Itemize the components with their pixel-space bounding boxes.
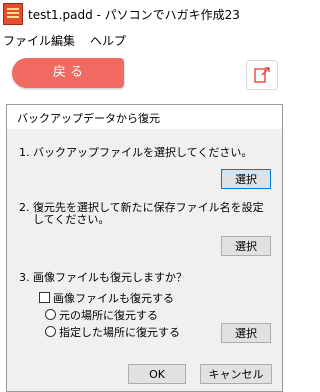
radio-specified-label: 指定した場所に復元する	[59, 326, 180, 339]
export-icon	[254, 67, 270, 83]
menu-help[interactable]: ヘルプ	[90, 32, 126, 49]
ok-button[interactable]: OK	[128, 364, 186, 384]
menu-edit[interactable]: 編集	[51, 32, 75, 49]
window-titlebar: test1.padd - パソコンでハガキ作成23	[0, 0, 283, 30]
toolbar: 戻 る	[0, 50, 283, 96]
select-destination-button[interactable]: 選択	[221, 236, 271, 256]
step2-text-line2: してください。	[33, 213, 110, 226]
radio-original-location[interactable]	[45, 309, 56, 320]
step3-text: 3. 画像ファイルも復元しますか？	[19, 271, 187, 284]
dialog-title: バックアップデータから復元	[17, 112, 160, 125]
step1-text: 1. バックアップファイルを選択してください。	[19, 146, 253, 159]
cancel-button[interactable]: キャンセル	[200, 364, 272, 384]
window-title: test1.padd - パソコンでハガキ作成23	[28, 8, 240, 22]
app-icon	[3, 3, 23, 25]
select-backup-button[interactable]: 選択	[221, 169, 271, 189]
dialog-titlebar: バックアップデータから復元	[7, 105, 282, 129]
export-button[interactable]	[246, 60, 278, 90]
restore-images-checkbox[interactable]	[39, 292, 50, 303]
restore-images-label: 画像ファイルも復元する	[53, 292, 174, 305]
menu-bar: ファイル 編集 ヘルプ	[0, 30, 283, 50]
restore-dialog: バックアップデータから復元 1. バックアップファイルを選択してください。 選択…	[6, 104, 283, 392]
radio-specified-location[interactable]	[45, 326, 56, 337]
select-image-location-button[interactable]: 選択	[221, 323, 271, 343]
back-button[interactable]: 戻 る	[12, 58, 124, 88]
menu-file[interactable]: ファイル	[3, 32, 51, 49]
radio-original-label: 元の場所に復元する	[59, 309, 158, 322]
